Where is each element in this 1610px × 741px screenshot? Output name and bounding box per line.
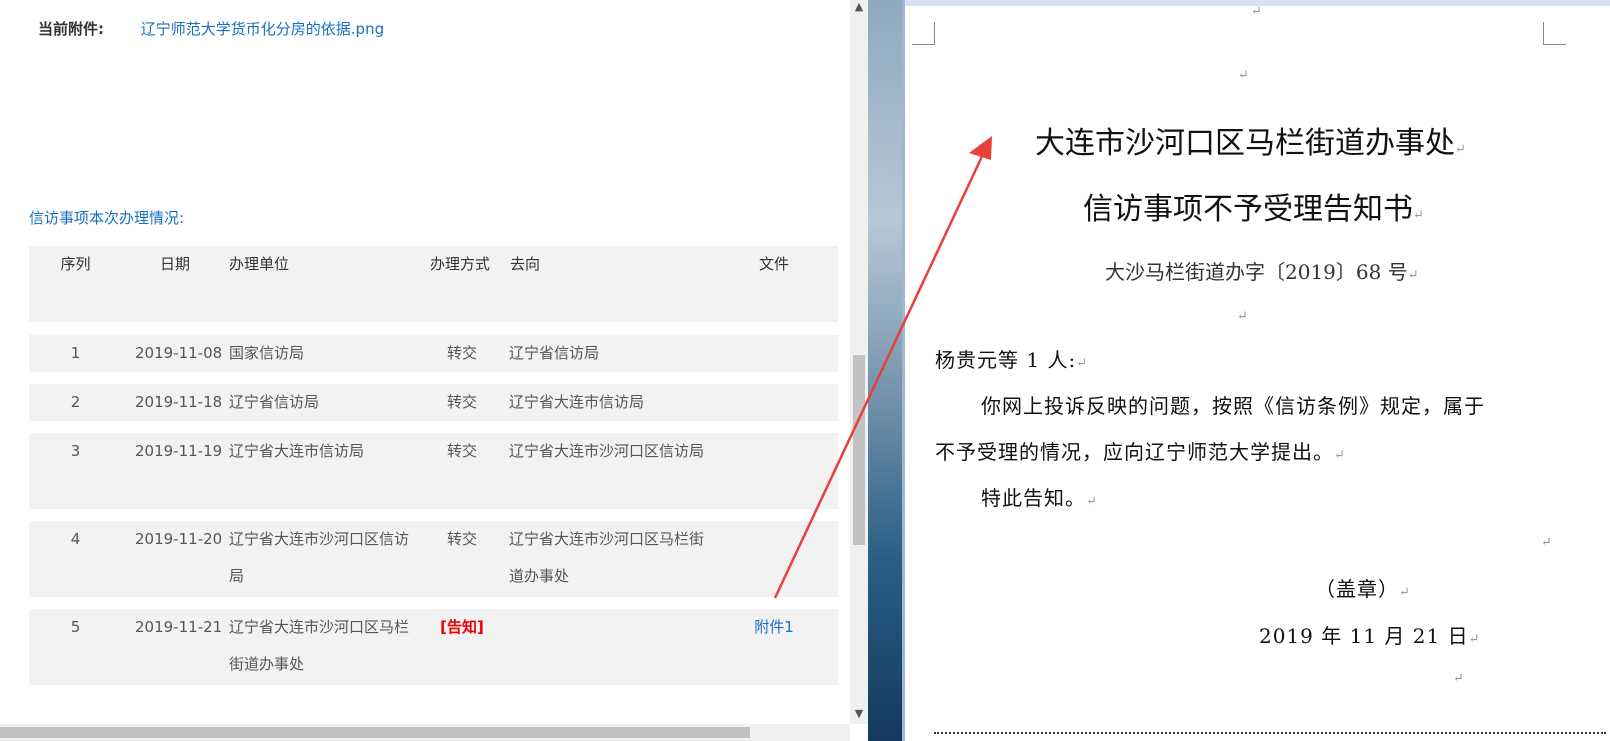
arrow-shaft [773,149,987,599]
red-annotation-arrow [773,136,992,599]
arrow-head [969,136,992,160]
